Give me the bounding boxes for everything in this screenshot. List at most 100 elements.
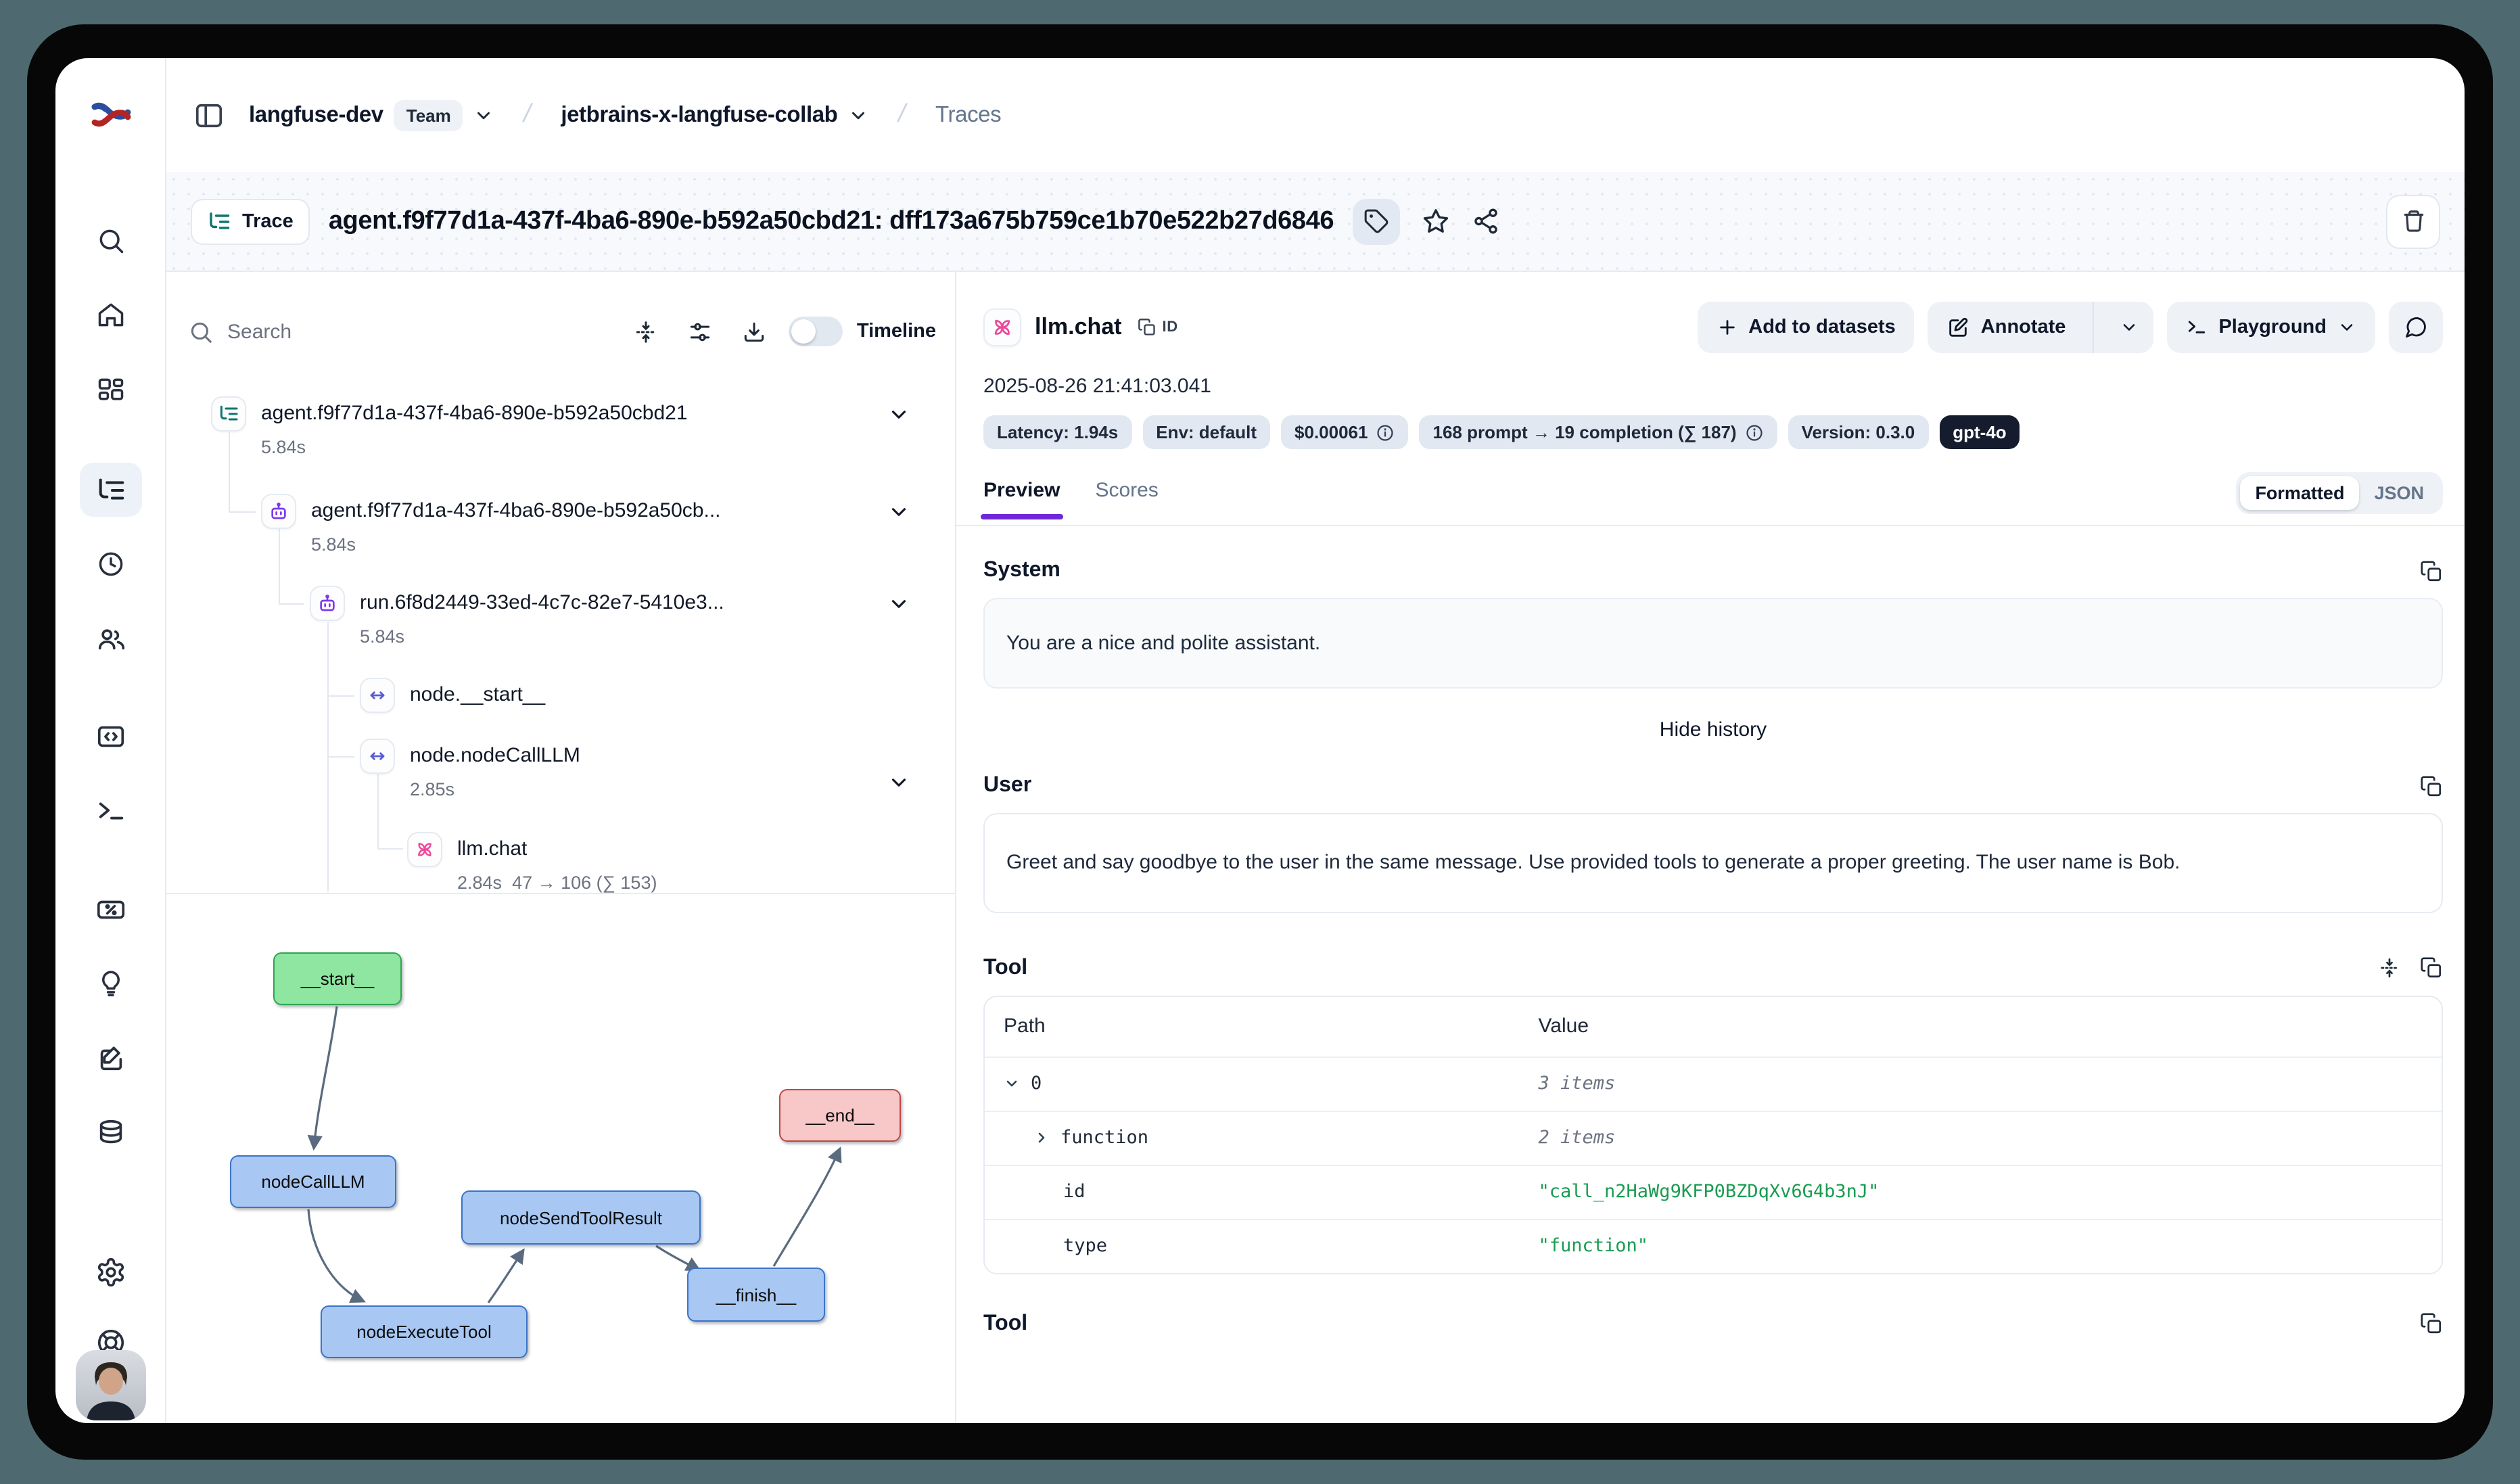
tree-connector (377, 774, 379, 850)
collapse-all-icon[interactable] (634, 319, 659, 344)
download-icon[interactable] (742, 319, 768, 344)
star-button[interactable] (1422, 207, 1450, 235)
graph-node-nodecallllm[interactable]: nodeCallLLM (230, 1155, 396, 1208)
generation-pinwheel-icon (407, 832, 442, 867)
traces-icon[interactable] (95, 475, 126, 513)
chevron-down-icon[interactable] (887, 771, 910, 801)
tree-row-label[interactable]: llm.chat (457, 832, 527, 867)
dashboards-icon[interactable] (95, 375, 125, 411)
org-name[interactable]: langfuse-dev (249, 102, 383, 128)
chevron-down-icon[interactable] (1004, 1076, 1020, 1092)
copy-id-button[interactable]: ID (1138, 318, 1178, 337)
tree-row-label[interactable]: node.nodeCallLLM (410, 739, 580, 774)
trace-tree: agent.f9f77d1a-437f-4ba6-890e-b592a50cbd… (166, 380, 955, 894)
table-row[interactable]: function 2 items (985, 1111, 2442, 1165)
tokens-badge[interactable]: 168 prompt → 19 completion (∑ 187) (1420, 415, 1777, 449)
chevron-down-icon[interactable] (887, 501, 910, 530)
trace-icon (211, 396, 246, 432)
tree-row-label[interactable]: agent.f9f77d1a-437f-4ba6-890e-b592a50cbd… (261, 396, 688, 432)
graph-node-nodesendtoolresult[interactable]: nodeSendToolResult (461, 1190, 701, 1245)
graph-node-start[interactable]: __start__ (273, 952, 402, 1005)
version-badge: Version: 0.3.0 (1788, 415, 1929, 449)
table-row[interactable]: id "call_n2HaWg9KFP0BZDqXv6G4b3nJ" (985, 1165, 2442, 1219)
tree-row-label[interactable]: run.6f8d2449-33ed-4c7c-82e7-5410e3... (360, 586, 724, 621)
tree-connector (327, 695, 354, 697)
graph-node-nodeexecutetool[interactable]: nodeExecuteTool (321, 1305, 528, 1358)
column-path: Path (985, 1015, 1539, 1038)
section-title: Tool (983, 956, 1027, 981)
playground-button[interactable]: Playground (2167, 302, 2375, 353)
observation-detail-panel: llm.chat ID Add to datasets (956, 272, 2465, 1423)
search-nav-icon[interactable] (95, 226, 125, 262)
user-message: Greet and say goodbye to the user in the… (983, 813, 2443, 913)
content-column: Trace agent.f9f77d1a-437f-4ba6-890e-b592… (166, 172, 2465, 1423)
graph-node-end[interactable]: __end__ (779, 1089, 901, 1142)
tree-row-duration: 5.84s (261, 437, 306, 457)
tree-row-duration: 2.85s (410, 779, 454, 799)
settings-gear-icon[interactable] (95, 1257, 126, 1295)
expand-rows-icon[interactable] (2378, 957, 2401, 980)
chevron-down-icon[interactable] (887, 593, 910, 622)
users-icon[interactable] (95, 624, 126, 662)
tree-row-duration: 5.84s (360, 626, 404, 647)
cost-badge[interactable]: $0.00061 (1281, 415, 1408, 449)
copy-icon[interactable] (2420, 774, 2443, 797)
tab-preview[interactable]: Preview (983, 478, 1060, 519)
tag-button[interactable] (1353, 198, 1400, 244)
section-title: System (983, 559, 1060, 583)
table-row[interactable]: 0 3 items (985, 1057, 2442, 1111)
annotate-button[interactable]: Annotate (1928, 302, 2082, 353)
comments-button[interactable] (2389, 302, 2443, 353)
evals-icon[interactable] (95, 894, 126, 932)
icon-sidebar (55, 72, 166, 1423)
search-input[interactable] (227, 320, 620, 343)
chevron-down-icon[interactable] (848, 105, 868, 125)
format-formatted[interactable]: Formatted (2240, 476, 2359, 510)
annotate-dropdown-button[interactable] (2105, 302, 2153, 353)
chevron-right-icon[interactable] (1033, 1130, 1050, 1146)
format-toggle: Formatted JSON (2236, 472, 2443, 514)
tool-section-header: Tool (983, 956, 2443, 981)
observation-content[interactable]: System You are a nice and polite assista… (956, 526, 2465, 1423)
sessions-clock-icon[interactable] (95, 549, 125, 586)
datasets-database-icon[interactable] (95, 1117, 126, 1155)
copy-icon[interactable] (2420, 1313, 2443, 1336)
model-badge[interactable]: gpt-4o (1939, 415, 2020, 449)
chevron-down-icon[interactable] (887, 403, 910, 433)
timeline-toggle[interactable] (789, 317, 843, 346)
observation-actions: Add to datasets Annotate (1697, 302, 2443, 353)
tree-search-row: Timeline (188, 303, 936, 360)
tree-settings-icon[interactable] (688, 319, 714, 344)
tree-row-label[interactable]: node.__start__ (410, 678, 545, 713)
copy-icon[interactable] (2420, 559, 2443, 582)
project-name[interactable]: jetbrains-x-langfuse-collab (561, 102, 837, 128)
span-arrows-icon (360, 678, 395, 713)
insights-lightbulb-icon[interactable] (95, 969, 125, 1005)
tree-connector (377, 848, 403, 850)
hide-history-button[interactable]: Hide history (983, 718, 2443, 741)
tree-connector (229, 422, 230, 513)
observation-title: llm.chat (1035, 314, 1122, 341)
breadcrumb-org[interactable]: langfuse-dev Team (249, 99, 494, 131)
share-button[interactable] (1472, 207, 1500, 235)
graph-node-finish[interactable]: __finish__ (687, 1268, 825, 1322)
playground-terminal-icon[interactable] (95, 795, 126, 833)
user-section-header: User (983, 774, 2443, 798)
breadcrumb-project[interactable]: jetbrains-x-langfuse-collab (561, 102, 868, 128)
format-json[interactable]: JSON (2359, 476, 2439, 510)
copy-icon[interactable] (2420, 957, 2443, 980)
user-avatar[interactable] (75, 1350, 145, 1420)
tab-scores[interactable]: Scores (1095, 478, 1158, 519)
delete-trace-button[interactable] (2386, 194, 2440, 248)
annotation-queues-icon[interactable] (95, 1043, 126, 1081)
chevron-down-icon[interactable] (474, 105, 494, 125)
table-row[interactable]: type "function" (985, 1219, 2442, 1273)
add-to-datasets-button[interactable]: Add to datasets (1697, 302, 1915, 353)
prompts-icon[interactable] (95, 721, 126, 759)
sidebar-toggle-icon[interactable] (193, 99, 225, 131)
breadcrumb-separator: / (895, 100, 909, 130)
system-section-header: System (983, 559, 2443, 583)
tree-row-label[interactable]: agent.f9f77d1a-437f-4ba6-890e-b592a50cb.… (311, 494, 721, 529)
home-icon[interactable] (95, 300, 125, 337)
breadcrumb-page[interactable]: Traces (935, 102, 1001, 128)
